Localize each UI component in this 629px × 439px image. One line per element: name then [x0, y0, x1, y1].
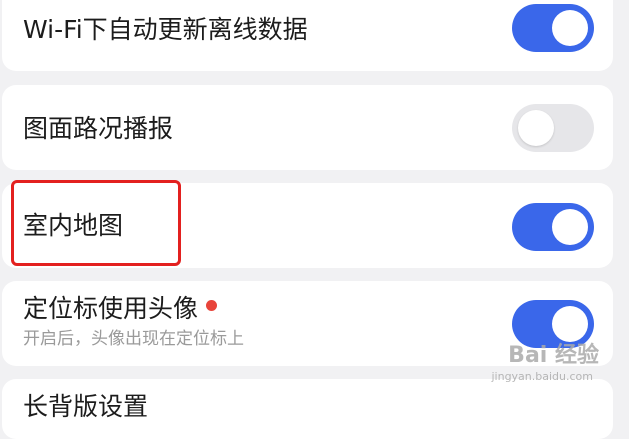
watermark-text: Bai 经验	[508, 343, 599, 368]
setting-label: 图面路况播报	[23, 114, 174, 143]
setting-label: 长背版设置	[23, 392, 149, 421]
indoor-map-toggle[interactable]	[512, 203, 594, 251]
wifi-offline-update-toggle[interactable]	[512, 4, 594, 52]
setting-row-wifi-offline-update: Wi-Fi下自动更新离线数据	[2, 0, 613, 71]
setting-row-partial[interactable]: 长背版设置	[2, 379, 613, 439]
toggle-knob	[518, 110, 554, 146]
setting-label: Wi-Fi下自动更新离线数据	[23, 15, 308, 44]
watermark-url: jingyan.baidu.com	[491, 370, 593, 383]
toggle-knob	[552, 10, 588, 46]
setting-label-text: 定位标使用头像	[23, 294, 199, 323]
toggle-knob	[552, 209, 588, 245]
new-badge-dot	[206, 299, 218, 311]
setting-label: 定位标使用头像	[23, 294, 218, 323]
traffic-broadcast-toggle[interactable]	[512, 104, 594, 152]
setting-sublabel: 开启后，头像出现在定位标上	[23, 329, 244, 349]
setting-row-traffic-broadcast: 图面路况播报	[2, 85, 613, 170]
watermark-logo: Bai 经验	[508, 337, 599, 369]
highlight-box	[11, 180, 181, 266]
